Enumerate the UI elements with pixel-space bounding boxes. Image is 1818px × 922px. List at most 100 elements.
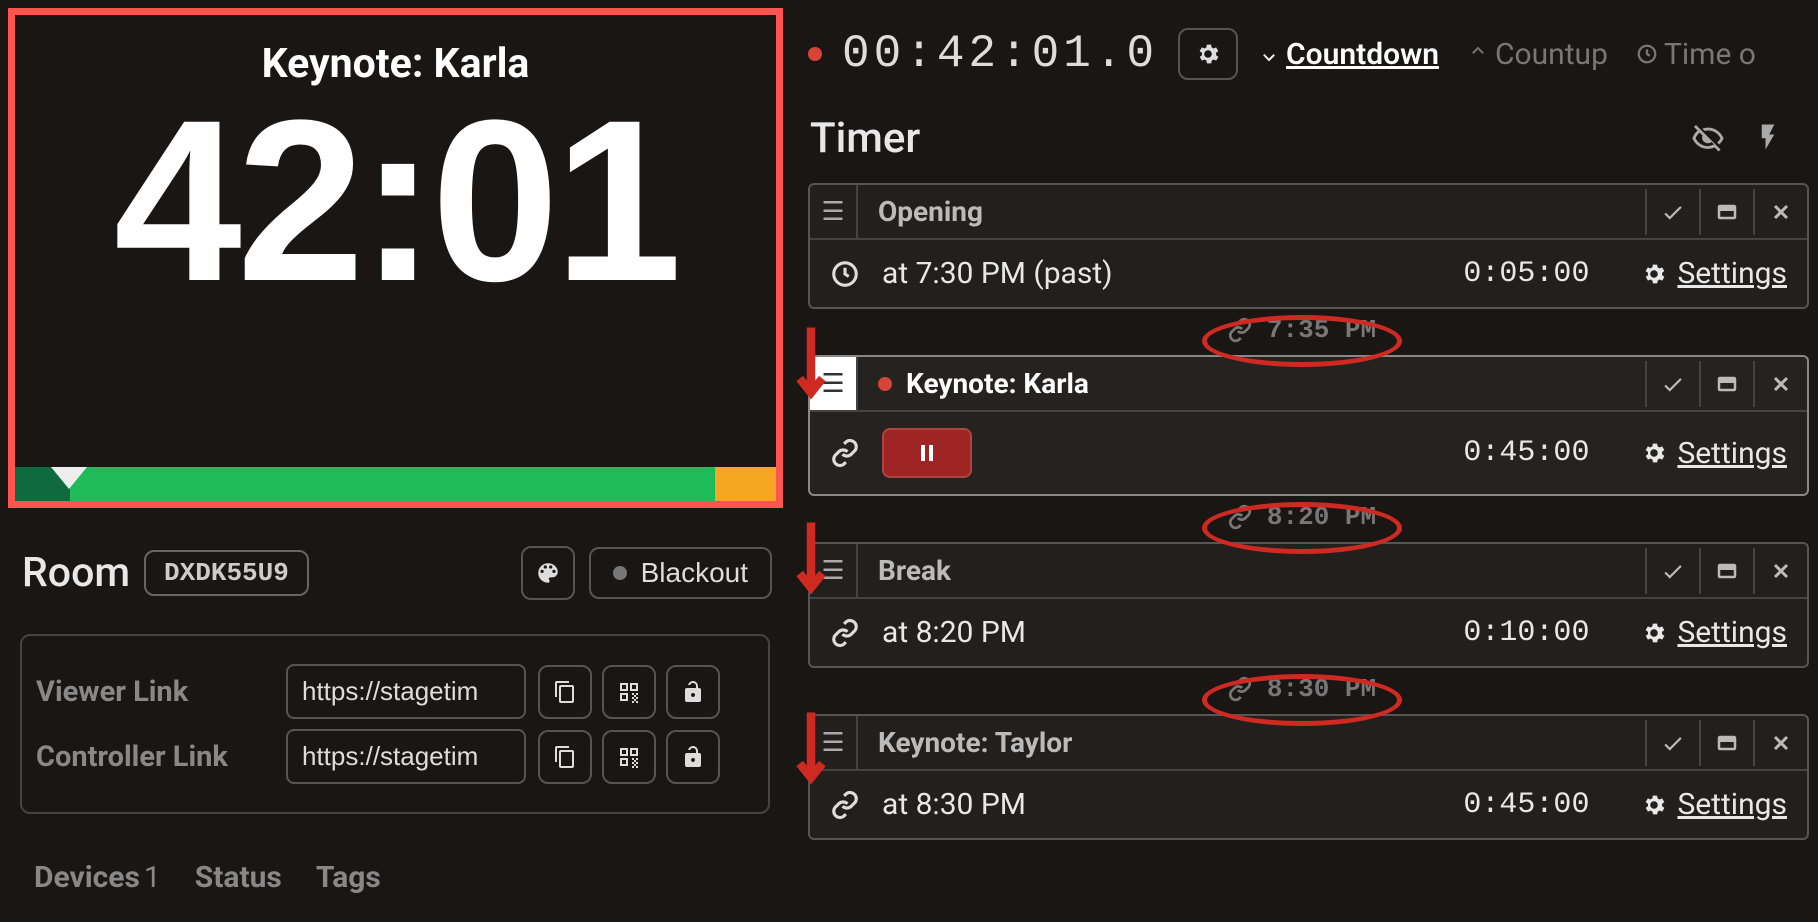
timer-card-opening: ☰ Opening at 7:30 PM (past) 0:05:00 Sett…: [808, 183, 1809, 309]
header-clock: 00:42:01.0: [842, 28, 1158, 80]
timer-header-row: 00:42:01.0 Countdown Countup Time o: [790, 20, 1813, 110]
visibility-toggle[interactable]: [1691, 122, 1725, 156]
timer-title[interactable]: Opening: [858, 185, 1645, 238]
close-icon: [1769, 372, 1793, 396]
qr-icon: [617, 745, 641, 769]
timer-title[interactable]: Break: [858, 544, 1645, 597]
timer-settings-link[interactable]: Settings: [1641, 615, 1787, 650]
timer-settings-link[interactable]: Settings: [1641, 436, 1787, 471]
check-icon: [1660, 558, 1686, 584]
done-button[interactable]: [1645, 361, 1699, 407]
timer-duration[interactable]: 0:05:00: [1463, 257, 1589, 291]
minimize-button[interactable]: [1699, 720, 1753, 766]
close-icon: [1769, 200, 1793, 224]
timer-duration[interactable]: 0:45:00: [1463, 788, 1589, 822]
done-button[interactable]: [1645, 720, 1699, 766]
controller-link-input[interactable]: [286, 729, 526, 784]
mode-countdown[interactable]: Countdown: [1258, 37, 1439, 72]
gear-icon: [1641, 261, 1667, 287]
timer-settings-link[interactable]: Settings: [1641, 256, 1787, 291]
links-panel: Viewer Link Controller Link: [20, 634, 770, 814]
copy-icon: [553, 745, 577, 769]
devices-count: 1: [144, 860, 161, 895]
timer-schedule: at 8:30 PM: [882, 787, 1026, 822]
close-button[interactable]: [1753, 361, 1807, 407]
progress-bar: [15, 467, 776, 501]
devices-label: Devices: [34, 860, 140, 895]
blackout-button[interactable]: Blackout: [589, 547, 772, 599]
copy-icon: [553, 680, 577, 704]
done-button[interactable]: [1645, 189, 1699, 235]
devices-header: Devices1 Status Tags: [0, 824, 790, 895]
close-button[interactable]: [1753, 720, 1807, 766]
window-icon: [1715, 731, 1739, 755]
timer-settings-link[interactable]: Settings: [1641, 787, 1787, 822]
qr-icon: [617, 680, 641, 704]
timer-card-keynote-taylor: ☰ Keynote: Taylor at 8:30 PM 0:45:00 Set…: [808, 714, 1809, 840]
annotation-arrow-icon: [794, 520, 828, 610]
header-settings-button[interactable]: [1178, 28, 1238, 80]
preview-time: 42:01: [114, 68, 677, 333]
close-button[interactable]: [1753, 189, 1807, 235]
gear-icon: [1641, 792, 1667, 818]
recording-dot-icon: [808, 47, 822, 61]
window-icon: [1715, 200, 1739, 224]
unlock-controller-button[interactable]: [666, 730, 720, 784]
close-icon: [1769, 731, 1793, 755]
minimize-button[interactable]: [1699, 548, 1753, 594]
linked-time-chip[interactable]: 7:35 PM: [1227, 315, 1376, 345]
timer-duration[interactable]: 0:10:00: [1463, 616, 1589, 650]
tags-column-label: Tags: [316, 860, 381, 895]
timer-schedule: at 8:20 PM: [882, 615, 1026, 650]
eye-off-icon: [1691, 122, 1725, 156]
pause-button[interactable]: [882, 428, 972, 478]
arrow-down-icon: [1258, 43, 1280, 65]
live-dot-icon: [878, 377, 892, 391]
section-title: Timer: [810, 114, 920, 163]
gear-icon: [1641, 620, 1667, 646]
timer-duration[interactable]: 0:45:00: [1463, 436, 1589, 470]
status-dot-icon: [613, 566, 627, 580]
room-code[interactable]: DXDK55U9: [144, 550, 309, 596]
palette-icon: [535, 560, 561, 586]
minimize-button[interactable]: [1699, 361, 1753, 407]
drag-handle[interactable]: ☰: [810, 185, 858, 238]
room-label: Room: [22, 549, 130, 597]
link-icon: [830, 618, 860, 648]
qr-viewer-button[interactable]: [602, 665, 656, 719]
controller-link-label: Controller Link: [36, 740, 274, 774]
copy-controller-button[interactable]: [538, 730, 592, 784]
window-icon: [1715, 559, 1739, 583]
timer-card-keynote-karla: ☰ Keynote: Karla 0:45:00 Settings: [808, 355, 1809, 496]
viewer-link-input[interactable]: [286, 664, 526, 719]
window-icon: [1715, 372, 1739, 396]
link-icon: [1227, 676, 1253, 702]
unlock-viewer-button[interactable]: [666, 665, 720, 719]
timer-title[interactable]: Keynote: Taylor: [858, 716, 1645, 769]
clock-icon: [1636, 43, 1658, 65]
check-icon: [1660, 199, 1686, 225]
theme-button[interactable]: [521, 546, 575, 600]
timer-title[interactable]: Keynote: Karla: [858, 357, 1645, 410]
close-button[interactable]: [1753, 548, 1807, 594]
bolt-icon: [1753, 122, 1783, 152]
copy-viewer-button[interactable]: [538, 665, 592, 719]
unlock-icon: [681, 680, 705, 704]
status-column-label: Status: [195, 860, 282, 895]
linked-time-chip[interactable]: 8:30 PM: [1227, 674, 1376, 704]
mode-timeofday[interactable]: Time o: [1636, 37, 1756, 72]
mode-countup[interactable]: Countup: [1467, 37, 1608, 72]
gear-icon: [1195, 41, 1221, 67]
qr-controller-button[interactable]: [602, 730, 656, 784]
close-icon: [1769, 559, 1793, 583]
linked-time-chip[interactable]: 8:20 PM: [1227, 502, 1376, 532]
timer-schedule: at 7:30 PM (past): [882, 256, 1113, 291]
done-button[interactable]: [1645, 548, 1699, 594]
viewer-link-label: Viewer Link: [36, 675, 274, 709]
link-icon: [1227, 504, 1253, 530]
flash-toggle[interactable]: [1753, 122, 1783, 156]
minimize-button[interactable]: [1699, 189, 1753, 235]
preview-panel: Keynote: Karla 42:01: [8, 8, 783, 508]
gear-icon: [1641, 440, 1667, 466]
link-icon: [830, 438, 860, 468]
